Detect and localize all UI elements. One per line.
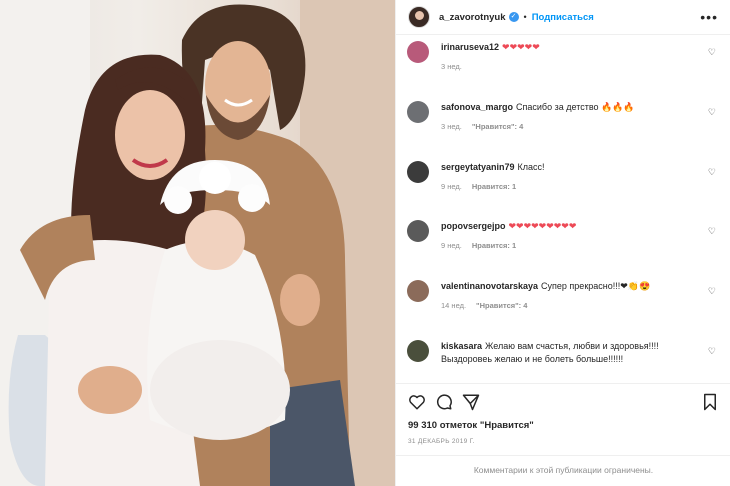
follow-button[interactable]: Подписаться bbox=[532, 12, 594, 23]
commenter-avatar[interactable] bbox=[407, 100, 429, 123]
comment-item: sergeytatyanin79 Класс! 9 нед. Нравится: 1… bbox=[407, 160, 716, 221]
commenter-username[interactable]: sergeytatyanin79 bbox=[441, 162, 515, 172]
post-viewer: a_zavorotnyuk ✓ • Подписаться ••• irinar… bbox=[0, 0, 730, 486]
commenter-avatar[interactable] bbox=[407, 339, 429, 362]
post-photo[interactable] bbox=[0, 0, 395, 486]
commenter-username[interactable]: safonova_margo bbox=[441, 102, 513, 112]
commenter-username[interactable]: kiskasara bbox=[441, 341, 482, 351]
like-comment-heart-icon[interactable]: ♡ bbox=[708, 107, 716, 118]
comment-likes[interactable]: Нравится: 1 bbox=[472, 182, 516, 191]
like-comment-heart-icon[interactable]: ♡ bbox=[708, 286, 716, 297]
comment-bubble-icon[interactable] bbox=[435, 393, 453, 411]
comment-time[interactable]: 9 нед. bbox=[441, 241, 462, 250]
commenter-avatar[interactable] bbox=[407, 160, 429, 183]
separator-dot: • bbox=[523, 12, 527, 22]
commenter-username[interactable]: popovsergejpo bbox=[441, 221, 506, 231]
comments-limited-notice: Комментарии к этой публикации ограничены… bbox=[396, 455, 730, 475]
comment-time[interactable]: 9 нед. bbox=[441, 182, 462, 191]
comment-likes[interactable]: Нравится: 1 bbox=[472, 241, 516, 250]
more-options-icon[interactable]: ••• bbox=[700, 9, 718, 25]
like-comment-heart-icon[interactable]: ♡ bbox=[708, 47, 716, 58]
like-comment-heart-icon[interactable]: ♡ bbox=[708, 226, 716, 237]
commenter-username[interactable]: irinaruseva12 bbox=[441, 42, 499, 52]
verified-badge-icon: ✓ bbox=[508, 12, 519, 22]
post-actions: 99 310 отметок "Нравится" 31 ДЕКАБРЬ 201… bbox=[396, 383, 730, 445]
comment-item: safonova_margo Спасибо за детство 🔥🔥🔥 3 н… bbox=[407, 100, 716, 161]
commenter-avatar[interactable] bbox=[407, 220, 429, 243]
author-avatar[interactable] bbox=[408, 6, 430, 28]
post-date[interactable]: 31 ДЕКАБРЬ 2019 Г. bbox=[408, 438, 719, 445]
like-comment-heart-icon[interactable]: ♡ bbox=[708, 167, 716, 178]
commenter-username[interactable]: valentinanovotarskaya bbox=[441, 281, 538, 291]
likes-count[interactable]: 99 310 отметок "Нравится" bbox=[408, 420, 719, 431]
save-bookmark-icon[interactable] bbox=[701, 393, 719, 411]
comment-item: irinaruseva12 ❤❤❤❤❤ 3 нед. ♡ bbox=[407, 41, 716, 101]
comment-time[interactable]: 3 нед. bbox=[441, 62, 462, 71]
comment-item: valentinanovotarskaya Супер прекрасно!!!❤… bbox=[407, 280, 716, 340]
comment-text: ❤❤❤❤❤ bbox=[502, 42, 540, 52]
comment-time[interactable]: 3 нед. bbox=[441, 122, 462, 131]
commenter-avatar[interactable] bbox=[407, 280, 429, 303]
comment-likes[interactable]: "Нравится": 4 bbox=[472, 122, 523, 131]
comment-text: ❤❤❤❤❤❤❤❤❤ bbox=[508, 221, 577, 232]
comment-time[interactable]: 14 нед. bbox=[441, 301, 466, 310]
comment-text: Супер прекрасно!!!❤👏😍 bbox=[541, 281, 651, 292]
post-sidebar: a_zavorotnyuk ✓ • Подписаться ••• irinar… bbox=[395, 0, 730, 486]
like-comment-heart-icon[interactable]: ♡ bbox=[708, 346, 716, 357]
comment-item: popovsergejpo ❤❤❤❤❤❤❤❤❤ 9 нед. Нравится: 1… bbox=[407, 220, 716, 280]
author-username[interactable]: a_zavorotnyuk bbox=[439, 12, 506, 23]
post-header: a_zavorotnyuk ✓ • Подписаться ••• bbox=[396, 0, 730, 35]
comments-list: irinaruseva12 ❤❤❤❤❤ 3 нед. ♡ safonova_mar… bbox=[396, 35, 730, 400]
share-paper-plane-icon[interactable] bbox=[462, 393, 480, 411]
comment-text: Спасибо за детство 🔥🔥🔥 bbox=[516, 101, 635, 112]
commenter-avatar[interactable] bbox=[407, 41, 429, 63]
comment-text: Класс! bbox=[517, 161, 545, 172]
family-photo-image bbox=[0, 0, 395, 486]
comment-likes[interactable]: "Нравится": 4 bbox=[476, 301, 527, 310]
like-heart-icon[interactable] bbox=[408, 393, 426, 411]
